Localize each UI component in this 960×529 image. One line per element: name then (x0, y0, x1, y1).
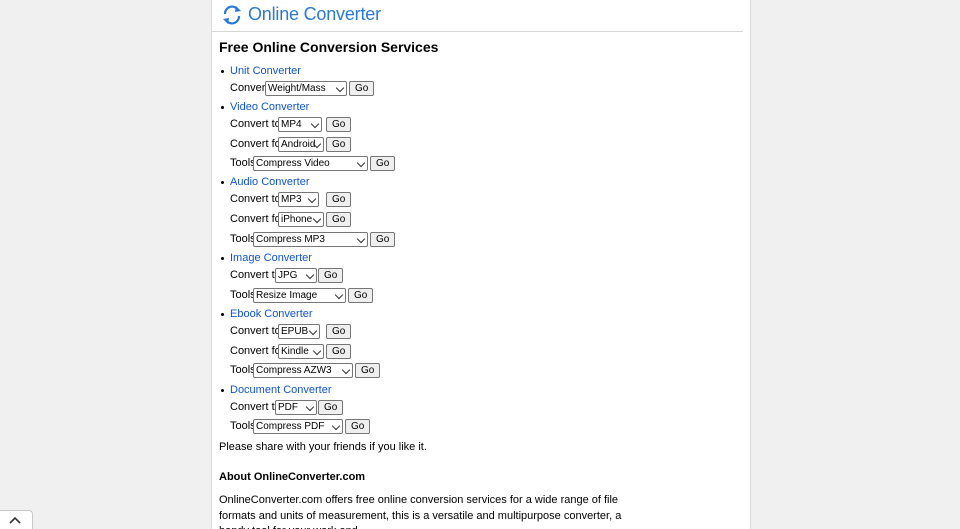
unit-type-select[interactable]: Weight/Mass (265, 81, 347, 96)
video-device-select[interactable]: Android (278, 137, 324, 152)
ebook-tools-select[interactable]: Compress AZW3 (253, 363, 353, 378)
document-format-select[interactable]: PDF (275, 400, 317, 415)
site-logo-text[interactable]: Online Converter (248, 4, 381, 25)
audio-tools-go-button[interactable]: Go (370, 232, 396, 247)
ebook-tools-go-button[interactable]: Go (355, 363, 381, 378)
list-bullet (221, 181, 224, 184)
audio-tools-label: Tools (230, 233, 256, 245)
video-converter-link[interactable]: Video Converter (230, 101, 309, 113)
chevron-down-icon (335, 83, 345, 93)
document-format-value: PDF (278, 402, 298, 413)
image-format-go-button[interactable]: Go (318, 268, 344, 283)
chevron-down-icon (307, 194, 317, 204)
ebook-converter-link[interactable]: Ebook Converter (230, 308, 313, 320)
chevron-down-icon (308, 326, 318, 336)
chevron-down-icon (334, 290, 344, 300)
image-format-value: JPG (278, 270, 298, 281)
image-tools-value: Resize Image (256, 290, 318, 301)
ebook-convert-to-label: Convert to (230, 325, 281, 337)
main-page: Online Converter Free Online Conversion … (211, 0, 751, 529)
ebook-format-select[interactable]: EPUB (278, 324, 320, 339)
video-format-value: MP4 (281, 119, 302, 130)
back-to-top-button[interactable] (0, 510, 33, 529)
audio-device-go-button[interactable]: Go (326, 212, 352, 227)
ebook-format-go-button[interactable]: Go (326, 324, 352, 339)
document-converter-link[interactable]: Document Converter (230, 384, 332, 396)
audio-device-value: iPhone (281, 214, 313, 225)
chevron-down-icon (312, 214, 322, 224)
list-bullet (221, 257, 224, 260)
share-text: Please share with your friends if you li… (219, 441, 427, 453)
unit-go-button[interactable]: Go (349, 81, 375, 96)
image-tools-label: Tools (230, 289, 256, 301)
ebook-tools-label: Tools (230, 364, 256, 376)
video-device-go-button[interactable]: Go (326, 137, 352, 152)
video-convert-for-label: Convert for (230, 138, 285, 150)
image-format-select[interactable]: JPG (275, 268, 317, 283)
about-heading: About OnlineConverter.com (219, 471, 366, 483)
document-tools-select[interactable]: Compress PDF (253, 419, 343, 434)
ebook-format-value: EPUB (281, 326, 309, 337)
document-tools-value: Compress PDF (256, 421, 325, 432)
document-tools-label: Tools (230, 420, 256, 432)
list-bullet (221, 389, 224, 392)
video-device-value: Android (281, 139, 316, 150)
chevron-down-icon (305, 402, 315, 412)
video-tools-label: Tools (230, 157, 256, 169)
chevron-up-icon (9, 516, 21, 524)
list-bullet (221, 106, 224, 109)
audio-converter-link[interactable]: Audio Converter (230, 176, 310, 188)
document-convert-to-label: Convert to (230, 401, 281, 413)
unit-type-value: Weight/Mass (268, 83, 326, 94)
ebook-convert-for-label: Convert for (230, 345, 285, 357)
image-tools-go-button[interactable]: Go (348, 288, 374, 303)
chevron-down-icon (356, 234, 366, 244)
list-bullet (221, 70, 224, 73)
audio-format-value: MP3 (281, 194, 302, 205)
ebook-tools-value: Compress AZW3 (256, 365, 332, 376)
video-format-go-button[interactable]: Go (326, 117, 352, 132)
ebook-device-select[interactable]: Kindle (278, 344, 324, 359)
chevron-down-icon (312, 346, 322, 356)
audio-tools-value: Compress MP3 (256, 234, 325, 245)
document-format-go-button[interactable]: Go (318, 400, 344, 415)
audio-format-go-button[interactable]: Go (326, 192, 352, 207)
audio-tools-select[interactable]: Compress MP3 (253, 232, 368, 247)
converter-arrows-icon[interactable] (221, 4, 243, 26)
audio-device-select[interactable]: iPhone (278, 212, 324, 227)
document-tools-go-button[interactable]: Go (345, 419, 371, 434)
video-format-select[interactable]: MP4 (278, 117, 322, 132)
image-converter-link[interactable]: Image Converter (230, 252, 312, 264)
image-convert-to-label: Convert to (230, 269, 281, 281)
unit-converter-link[interactable]: Unit Converter (230, 65, 301, 77)
chevron-down-icon (305, 270, 315, 280)
video-tools-select[interactable]: Compress Video (253, 156, 368, 171)
ebook-device-value: Kindle (281, 346, 309, 357)
audio-convert-to-label: Convert to (230, 193, 281, 205)
about-paragraph: OnlineConverter.com offers free online c… (219, 494, 622, 529)
chevron-down-icon (341, 365, 351, 375)
audio-format-select[interactable]: MP3 (278, 192, 319, 207)
image-tools-select[interactable]: Resize Image (253, 288, 346, 303)
unit-convert-label: Convert (230, 82, 269, 94)
audio-convert-for-label: Convert for (230, 213, 285, 225)
chevron-down-icon (331, 421, 341, 431)
page-title: Free Online Conversion Services (219, 39, 439, 55)
site-header: Online Converter (212, 0, 743, 32)
video-convert-to-label: Convert to (230, 118, 281, 130)
video-tools-value: Compress Video (256, 158, 330, 169)
video-tools-go-button[interactable]: Go (370, 156, 396, 171)
list-bullet (221, 313, 224, 316)
chevron-down-icon (310, 119, 320, 129)
chevron-down-icon (356, 158, 366, 168)
ebook-device-go-button[interactable]: Go (326, 344, 352, 359)
